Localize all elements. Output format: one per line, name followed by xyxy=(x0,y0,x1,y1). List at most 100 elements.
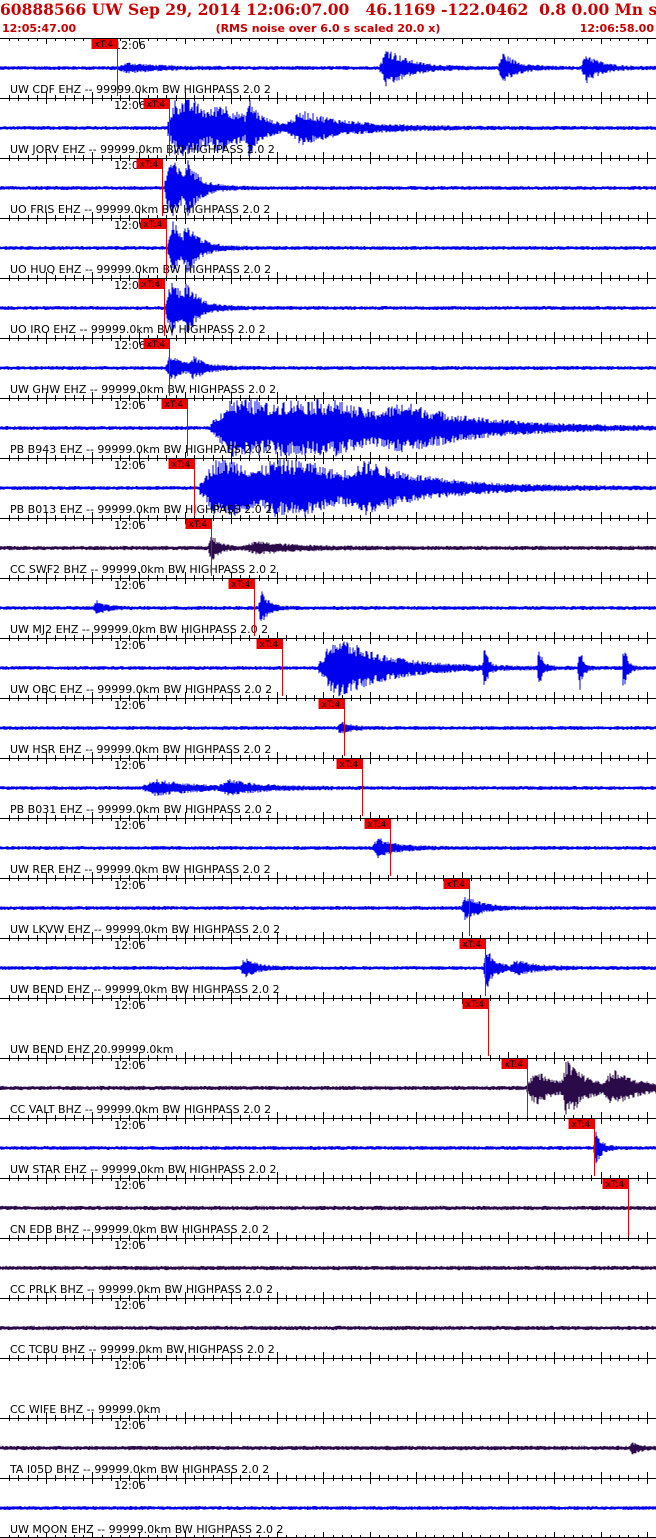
trace-row: 12:06 UW BEND EHZ 20.99999.0km xT:4 xyxy=(0,998,656,1058)
pick-label: xT:4 xyxy=(140,160,159,170)
trace-row: 12:06 UW MJ2 EHZ -- 99999.0km BW HIGHPASS… xyxy=(0,578,656,638)
waveform-trace xyxy=(0,591,656,621)
pick-label: xT:4 xyxy=(142,280,161,290)
station-label: UW LKVW EHZ -- 99999.0km BW HIGHPASS 2.0… xyxy=(10,923,280,936)
station-label: UW BEND EHZ -- 99999.0km BW HIGHPASS 2.0… xyxy=(10,983,280,996)
station-label: PB B013 EHZ -- 99999.0km BW HIGHPASS 2.0… xyxy=(10,503,272,516)
station-label: UW HSR EHZ -- 99999.0km BW HIGHPASS 2.0 … xyxy=(10,743,271,756)
pick-label: xT:4 xyxy=(572,1120,591,1130)
station-label: UW JORV EHZ -- 99999.0km BW HIGHPASS 2.0… xyxy=(10,143,275,156)
trace-row: 12:06 UW STAR EHZ -- 99999.0km BW HIGHPAS… xyxy=(0,1118,656,1178)
station-label: CC PRLK BHZ -- 99999.0km BW HIGHPASS 2.0… xyxy=(10,1283,273,1296)
station-label: UO FRIS EHZ -- 99999.0km BW HIGHPASS 2.0… xyxy=(10,203,270,216)
noise-note: (RMS noise over 6.0 s scaled 20.0 x) xyxy=(215,22,441,35)
station-label: CC VALT BHZ -- 99999.0km BW HIGHPASS 2.0… xyxy=(10,1103,271,1116)
trace-row: 12:06 PB B943 EHZ -- 99999.0km BW HIGHPAS… xyxy=(0,398,656,458)
station-label: UO HUQ EHZ -- 99999.0km BW HIGHPASS 2.0 … xyxy=(10,263,271,276)
waveform-trace xyxy=(0,1442,656,1455)
trace-row: 12:06 TA I05D BHZ -- 99999.0km BW HIGHPAS… xyxy=(0,1418,656,1478)
time-marker-label: 12:06 xyxy=(114,939,146,952)
pick-label: xT:4 xyxy=(172,460,191,470)
time-marker-label: 12:06 xyxy=(114,1119,146,1132)
station-label: PB B943 EHZ -- 99999.0km BW HIGHPASS 2.0… xyxy=(10,443,272,456)
time-marker-label: 12:06 xyxy=(114,1059,146,1072)
waveform-trace xyxy=(0,897,656,920)
pick-marker: xT:4 xyxy=(462,999,489,1056)
trace-row: 12:06 CN EDB BHZ -- 99999.0km BW HIGHPASS… xyxy=(0,1178,656,1238)
time-marker-label: 12:06 xyxy=(114,1299,146,1312)
trace-row: 12:06 UW MOON EHZ -- 99999.0km BW HIGHPAS… xyxy=(0,1478,656,1538)
pick-label: xT:4 xyxy=(147,100,166,110)
station-label: UW CDF EHZ -- 99999.0km BW HIGHPASS 2.0 … xyxy=(10,83,271,96)
trace-row: 12:06 CC TCBU BHZ -- 99999.0km BW HIGHPAS… xyxy=(0,1298,656,1358)
trace-row: 12:06 CC SWF2 BHZ -- 99999.0km BW HIGHPAS… xyxy=(0,518,656,578)
waveform-trace xyxy=(0,1132,656,1164)
time-marker-label: 12:06 xyxy=(114,339,146,352)
station-label: UW MJ2 EHZ -- 99999.0km BW HIGHPASS 2.0 … xyxy=(10,623,268,636)
trace-row: 12:06 UW RER EHZ -- 99999.0km BW HIGHPASS… xyxy=(0,818,656,878)
waveform-trace xyxy=(0,356,656,380)
waveform-trace xyxy=(0,838,656,859)
trace-row: 12:06 PB B013 EHZ -- 99999.0km BW HIGHPAS… xyxy=(0,458,656,518)
station-label: CC TCBU BHZ -- 99999.0km BW HIGHPASS 2.0… xyxy=(10,1343,275,1356)
time-marker-label: 12:06 xyxy=(114,459,146,472)
time-marker-label: 12:06 xyxy=(114,39,146,52)
waveform-trace xyxy=(0,1205,656,1211)
station-label: UW RER EHZ -- 99999.0km BW HIGHPASS 2.0 … xyxy=(10,863,271,876)
event-title: 60888566 UW Sep 29, 2014 12:06:07.00 46.… xyxy=(0,0,656,19)
pick-label: xT:4 xyxy=(505,1060,524,1070)
pick-label: xT:4 xyxy=(322,700,341,710)
trace-row: 12:06 CC VALT BHZ -- 99999.0km BW HIGHPAS… xyxy=(0,1058,656,1118)
time-marker-label: 12:06 xyxy=(114,579,146,592)
time-marker-label: 12:06 xyxy=(114,1239,146,1252)
trace-row: 12:06UO HUQ EHZ -- 99999.0km BW HIGHPASS… xyxy=(0,218,656,278)
start-time-label: 12:05:47.00 xyxy=(2,22,77,35)
trace-row: 12:06 UW JORV EHZ -- 99999.0km BW HIGHPAS… xyxy=(0,98,656,158)
waveform-trace xyxy=(0,1506,656,1510)
time-marker-label: 12:06 xyxy=(114,99,146,112)
waveform-trace xyxy=(0,51,656,87)
trace-row: 12:06 CC WIFE BHZ -- 99999.0km xyxy=(0,1358,656,1418)
trace-row: 12:06 UW CDF EHZ -- 99999.0km BW HIGHPASS… xyxy=(0,38,656,98)
pick-label: xT:4 xyxy=(368,820,387,830)
pick-label: xT:4 xyxy=(189,520,208,530)
trace-row: 12:06 CC PRLK BHZ -- 99999.0km BW HIGHPAS… xyxy=(0,1238,656,1298)
waveform-trace xyxy=(0,953,656,987)
pick-label: xT:4 xyxy=(463,940,482,950)
pick-label: xT:4 xyxy=(232,580,251,590)
plot-header: 60888566 UW Sep 29, 2014 12:06:07.00 46.… xyxy=(0,0,656,38)
pick-label: xT:4 xyxy=(447,880,466,890)
station-label: UW GHW EHZ -- 99999.0km BW HIGHPASS 2.0 … xyxy=(10,383,276,396)
station-label: CC WIFE BHZ -- 99999.0km xyxy=(10,1403,161,1416)
trace-row: 12:06 UW HSR EHZ -- 99999.0km BW HIGHPASS… xyxy=(0,698,656,758)
time-marker-label: 12:06 xyxy=(114,1479,146,1492)
station-label: UW MOON EHZ -- 99999.0km BW HIGHPASS 2.0… xyxy=(10,1523,283,1536)
time-marker-label: 12:06 xyxy=(114,1179,146,1192)
trace-row: 12:06 PB B031 EHZ -- 99999.0km BW HIGHPAS… xyxy=(0,758,656,818)
station-label: PB B031 EHZ -- 99999.0km BW HIGHPASS 2.0… xyxy=(10,803,272,816)
trace-row: 12:06UO FRIS EHZ -- 99999.0km BW HIGHPAS… xyxy=(0,158,656,218)
trace-row: 12:06 UW LKVW EHZ -- 99999.0km BW HIGHPAS… xyxy=(0,878,656,938)
pick-label: xT:4 xyxy=(606,1180,625,1190)
pick-label: xT:4 xyxy=(165,400,184,410)
waveform-trace xyxy=(0,779,656,796)
trace-row: 12:06 UW BEND EHZ -- 99999.0km BW HIGHPAS… xyxy=(0,938,656,998)
trace-row: 12:06 UW GHW EHZ -- 99999.0km BW HIGHPASS… xyxy=(0,338,656,398)
seismogram-plot: 12:06 UW CDF EHZ -- 99999.0km BW HIGHPASS… xyxy=(0,38,656,1538)
waveform-trace xyxy=(0,721,656,734)
pick-label: xT:4 xyxy=(147,340,166,350)
pick-label: xT:4 xyxy=(340,760,359,770)
time-marker-label: 12:06 xyxy=(114,519,146,532)
time-marker-label: 12:06 xyxy=(114,1359,146,1372)
waveform-trace xyxy=(0,1325,656,1331)
trace-row: 12:06 UW OBC EHZ -- 99999.0km BW HIGHPASS… xyxy=(0,638,656,698)
time-marker-label: 12:06 xyxy=(114,639,146,652)
station-label: UW STAR EHZ -- 99999.0km BW HIGHPASS 2.0… xyxy=(10,1163,276,1176)
pick-label: xT:4 xyxy=(95,40,114,50)
station-label: UW BEND EHZ 20.99999.0km xyxy=(10,1043,173,1056)
time-marker-label: 12:06 xyxy=(114,879,146,892)
time-marker-label: 12:06 xyxy=(114,699,146,712)
station-label: CN EDB BHZ -- 99999.0km BW HIGHPASS 2.0 … xyxy=(10,1223,269,1236)
end-time-label: 12:06:58.00 xyxy=(579,22,654,35)
station-label: TA I05D BHZ -- 99999.0km BW HIGHPASS 2.0… xyxy=(9,1463,269,1476)
